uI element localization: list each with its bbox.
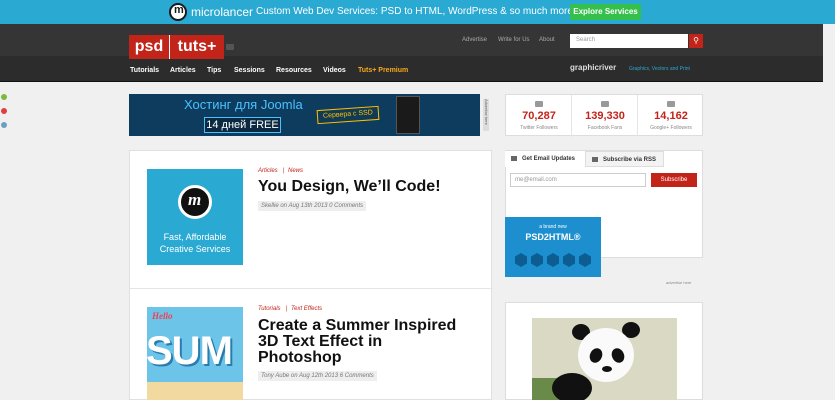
network-dropdown-icon[interactable] [226,44,234,50]
envelope-icon [511,156,517,161]
tab-email-updates[interactable]: Get Email Updates [505,151,586,167]
ad-headline: Хостинг для Joomla [184,97,303,112]
hex-icon [515,253,527,267]
thumbnail-sand [147,382,243,400]
panda-head [578,328,634,382]
ad-line2: PSD2HTML® [525,232,581,242]
panda-image[interactable] [532,318,677,400]
graphicriver-logo[interactable]: graphicriver [570,63,616,72]
server-icon [396,96,420,134]
ad-line1: a brand new [539,224,567,230]
advertise-here-link[interactable]: advertise here [666,280,691,285]
promo-bar: microlancer Custom Web Dev Services: PSD… [0,0,835,24]
email-field[interactable]: me@email.com [510,173,646,187]
nav-resources[interactable]: Resources [276,67,312,74]
about-link[interactable]: About [539,37,555,43]
search-input[interactable]: Search [570,34,688,48]
hex-icon [547,253,559,267]
thumbnail-hello: Hello [152,311,173,321]
post-divider [130,288,493,289]
google-plus-count: 14,162 [654,110,688,122]
category-separator: | [286,306,288,312]
nav-tutorials[interactable]: Tutorials [130,67,159,74]
ad-ssd-badge: Сервера с SSD [316,105,380,125]
post-title[interactable]: Create a Summer Inspired 3D Text Effect … [258,318,468,366]
search-icon[interactable]: ⚲ [689,34,703,48]
logo-psd[interactable]: psd [129,35,169,59]
post-thumbnail[interactable]: Hello SUM [146,307,243,400]
twitter-count: 70,287 [522,110,556,122]
rss-icon [592,157,598,162]
twitter-icon [535,101,543,107]
post-meta: Skellie on Aug 13th 2013 0 Comments [258,201,367,211]
facebook-icon [601,101,609,107]
ad-offer: 14 дней FREE [204,117,281,133]
post-category-news[interactable]: News [288,168,303,174]
logo-tuts[interactable]: tuts+ [169,35,224,59]
facebook-counter[interactable]: 139,330 Facebook Fans [572,95,638,137]
panda-arm [552,373,592,400]
hex-icon [579,253,591,267]
write-for-us-link[interactable]: Write for Us [498,37,530,43]
thumbnail-caption: Fast, Affordable Creative Services [159,232,231,254]
explore-services-button[interactable]: Explore Services [570,4,641,20]
site-header [0,24,835,82]
facebook-label: Facebook Fans [587,125,623,131]
google-plus-icon [667,101,675,107]
sidebar-check-icon[interactable] [1,94,7,100]
nav-sessions[interactable]: Sessions [234,67,265,74]
social-counters: 70,287 Twitter Followers 139,330 Faceboo… [505,94,704,137]
post-meta: Tony Aube on Aug 12th 2013 6 Comments [258,371,377,381]
post-category-tutorials[interactable]: Tutorials [258,306,281,312]
tab-rss-label: Subscribe via RSS [603,157,657,163]
post-category-articles[interactable]: Articles [258,168,278,174]
promo-tagline[interactable]: Custom Web Dev Services: PSD to HTML, Wo… [256,6,576,17]
nav-tuts-premium[interactable]: Tuts+ Premium [358,67,408,74]
tab-rss[interactable]: Subscribe via RSS [585,151,664,167]
post-category-text-effects[interactable]: Text Effects [291,306,322,312]
twitter-counter[interactable]: 70,287 Twitter Followers [506,95,572,137]
category-separator: | [283,168,285,174]
tab-email-label: Get Email Updates [522,156,576,162]
hex-icon [531,253,543,267]
nav-videos[interactable]: Videos [323,67,346,74]
microlancer-badge-icon [178,185,212,219]
hex-icon [563,253,575,267]
post-title[interactable]: You Design, We’ll Code! [258,179,478,195]
hosting-ad-banner[interactable]: Хостинг для Joomla 14 дней FREE Сервера … [129,94,489,136]
nav-articles[interactable]: Articles [170,67,196,74]
advertise-here-tag[interactable]: Advertise here [483,99,489,131]
google-plus-label: Google+ Followers [650,125,692,131]
twitter-label: Twitter Followers [520,125,558,131]
post-thumbnail[interactable]: Fast, Affordable Creative Services [147,169,243,265]
sidebar-lifebuoy-icon[interactable] [1,108,7,114]
page-scrollbar[interactable] [823,24,835,400]
header-top-row [0,24,835,56]
panda-nose [602,366,612,372]
google-plus-counter[interactable]: 14,162 Google+ Followers [638,95,704,137]
nav-tips[interactable]: Tips [207,67,221,74]
facebook-count: 139,330 [585,110,625,122]
sidebar-tools-icon[interactable] [1,122,7,128]
psd2html-ad[interactable]: a brand new PSD2HTML® [505,217,601,277]
microlancer-logo-icon[interactable] [169,3,187,21]
promo-brand[interactable]: microlancer [191,5,253,19]
graphicriver-tagline[interactable]: Graphics, Vectors and Print [629,66,690,72]
subscribe-button[interactable]: Subscribe [651,173,697,187]
advertise-link[interactable]: Advertise [462,37,487,43]
thumbnail-summer: SUM [146,329,233,373]
